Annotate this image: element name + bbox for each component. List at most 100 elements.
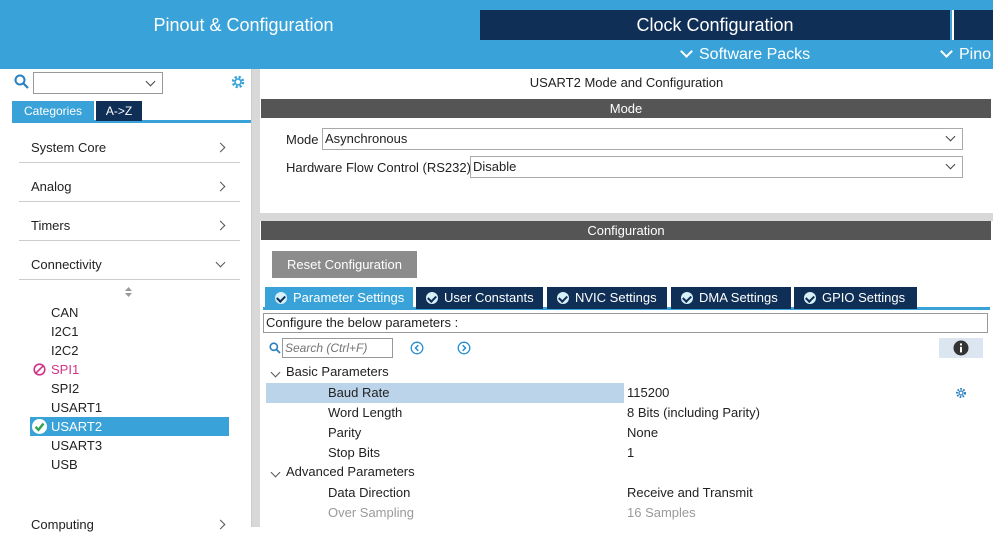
software-packs-label: Software Packs: [699, 46, 811, 63]
tab-pinout-configuration[interactable]: Pinout & Configuration: [8, 10, 479, 40]
category-analog[interactable]: Analog: [19, 172, 240, 202]
selected-row-highlight: [266, 383, 624, 403]
configure-hint-box: Configure the below parameters :: [263, 313, 988, 333]
hw-flow-control-value: Disable: [473, 159, 517, 174]
category-computing[interactable]: Computing: [19, 510, 240, 540]
check-icon: [426, 292, 438, 304]
tab-overflow[interactable]: [952, 10, 993, 40]
chevron-down-icon: [270, 467, 281, 478]
param-value: 8 Bits (including Parity): [627, 405, 760, 420]
tab-label: DMA Settings: [699, 290, 778, 305]
tab-label: Parameter Settings: [293, 290, 405, 305]
pinout-menu[interactable]: Pino: [940, 43, 991, 67]
param-label: Data Direction: [328, 485, 411, 500]
category-label: System Core: [31, 140, 107, 155]
connectivity-item-usart2[interactable]: USART2: [51, 417, 102, 436]
check-icon: [275, 292, 287, 304]
reset-configuration-button[interactable]: Reset Configuration: [272, 251, 417, 278]
category-label: Connectivity: [31, 257, 102, 272]
param-row-data-direction[interactable]: Data Direction Receive and Transmit: [266, 483, 983, 503]
tab-label: User Constants: [444, 290, 534, 305]
connectivity-item-spi1[interactable]: SPI1: [51, 360, 79, 379]
category-label: Timers: [31, 218, 71, 233]
check-circle-icon: [32, 419, 47, 434]
check-icon: [557, 292, 569, 304]
category-timers[interactable]: Timers: [19, 211, 240, 241]
connectivity-item-usart1[interactable]: USART1: [51, 398, 102, 417]
category-label: Analog: [31, 179, 72, 194]
parameter-search-input[interactable]: [282, 338, 393, 358]
hw-flow-control-select[interactable]: Disable: [470, 156, 963, 178]
gear-icon[interactable]: [229, 73, 247, 91]
info-button[interactable]: [939, 338, 983, 358]
mode-section-header: Mode: [261, 99, 991, 118]
hw-flow-control-label: Hardware Flow Control (RS232): [286, 160, 471, 175]
gear-icon[interactable]: [955, 387, 967, 399]
next-result-icon[interactable]: [457, 341, 471, 355]
param-row-over-sampling: Over Sampling 16 Samples: [266, 503, 983, 523]
chevron-down-icon: [945, 159, 956, 170]
category-tabs: Categories A->Z: [12, 101, 251, 123]
param-label: Parity: [328, 425, 362, 440]
connectivity-item-i2c2[interactable]: I2C2: [51, 341, 78, 360]
chevron-right-icon: [215, 220, 226, 231]
advanced-parameters-group[interactable]: Advanced Parameters: [266, 464, 466, 482]
chevron-down-icon: [215, 257, 226, 268]
tab-gpio-settings[interactable]: GPIO Settings: [794, 287, 917, 309]
conflict-icon: [33, 363, 46, 376]
param-label: Baud Rate: [328, 385, 390, 400]
connectivity-item-i2c1[interactable]: I2C1: [51, 322, 78, 341]
param-value: 1: [627, 445, 635, 460]
previous-result-icon[interactable]: [410, 341, 424, 355]
check-icon: [804, 292, 816, 304]
param-row-stop-bits[interactable]: Stop Bits 1: [266, 443, 983, 463]
tab-nvic-settings[interactable]: NVIC Settings: [547, 287, 667, 309]
chevron-right-icon: [215, 519, 226, 530]
chevron-right-icon: [215, 181, 226, 192]
param-value: 115200: [627, 385, 670, 400]
configure-hint-text: Configure the below parameters :: [266, 315, 459, 330]
chevron-down-icon: [680, 45, 693, 58]
basic-parameters-group[interactable]: Basic Parameters: [266, 364, 466, 382]
tab-clock-configuration[interactable]: Clock Configuration: [480, 10, 950, 40]
category-label: Computing: [31, 517, 94, 532]
group-label: Basic Parameters: [286, 364, 389, 379]
chevron-right-icon: [215, 142, 226, 153]
tab-label: GPIO Settings: [822, 290, 906, 305]
tab-dma-settings[interactable]: DMA Settings: [671, 287, 791, 309]
chevron-down-icon: [145, 76, 156, 87]
category-connectivity[interactable]: Connectivity: [19, 250, 240, 280]
connectivity-item-usart3[interactable]: USART3: [51, 436, 102, 455]
tab-label: NVIC Settings: [575, 290, 657, 305]
param-label: Stop Bits: [328, 445, 381, 460]
category-system-core[interactable]: System Core: [19, 133, 240, 163]
param-row-baud-rate[interactable]: Baud Rate 115200: [266, 383, 983, 403]
mode-select-value: Asynchronous: [325, 131, 408, 146]
param-row-parity[interactable]: Parity None: [266, 423, 983, 443]
panel-splitter[interactable]: [252, 69, 260, 527]
sort-arrows-icon[interactable]: [124, 287, 133, 297]
chevron-down-icon: [945, 131, 956, 142]
main-panel: USART2 Mode and Configuration Mode Mode …: [260, 69, 993, 527]
check-icon: [681, 292, 693, 304]
software-packs-menu[interactable]: Software Packs: [680, 43, 811, 67]
left-panel: Categories A->Z System Core Analog Timer…: [8, 69, 252, 532]
tab-parameter-settings[interactable]: Parameter Settings: [265, 287, 413, 309]
section-splitter[interactable]: [260, 213, 993, 221]
param-row-word-length[interactable]: Word Length 8 Bits (including Parity): [266, 403, 983, 423]
param-value: None: [627, 425, 659, 440]
connectivity-item-can[interactable]: CAN: [51, 303, 78, 322]
tab-a-to-z[interactable]: A->Z: [96, 101, 142, 121]
page-title: USART2 Mode and Configuration: [529, 75, 724, 90]
tab-categories[interactable]: Categories: [12, 101, 94, 121]
connectivity-item-spi2[interactable]: SPI2: [51, 379, 79, 398]
param-label: Word Length: [328, 405, 403, 420]
search-dropdown[interactable]: [33, 72, 163, 94]
search-icon[interactable]: [14, 74, 30, 90]
connectivity-item-usb[interactable]: USB: [51, 455, 78, 474]
configuration-section-header: Configuration: [261, 221, 991, 240]
param-label: Over Sampling: [328, 505, 414, 520]
tab-user-constants[interactable]: User Constants: [416, 287, 543, 309]
chevron-down-icon: [940, 45, 953, 58]
mode-select[interactable]: Asynchronous: [322, 128, 963, 150]
